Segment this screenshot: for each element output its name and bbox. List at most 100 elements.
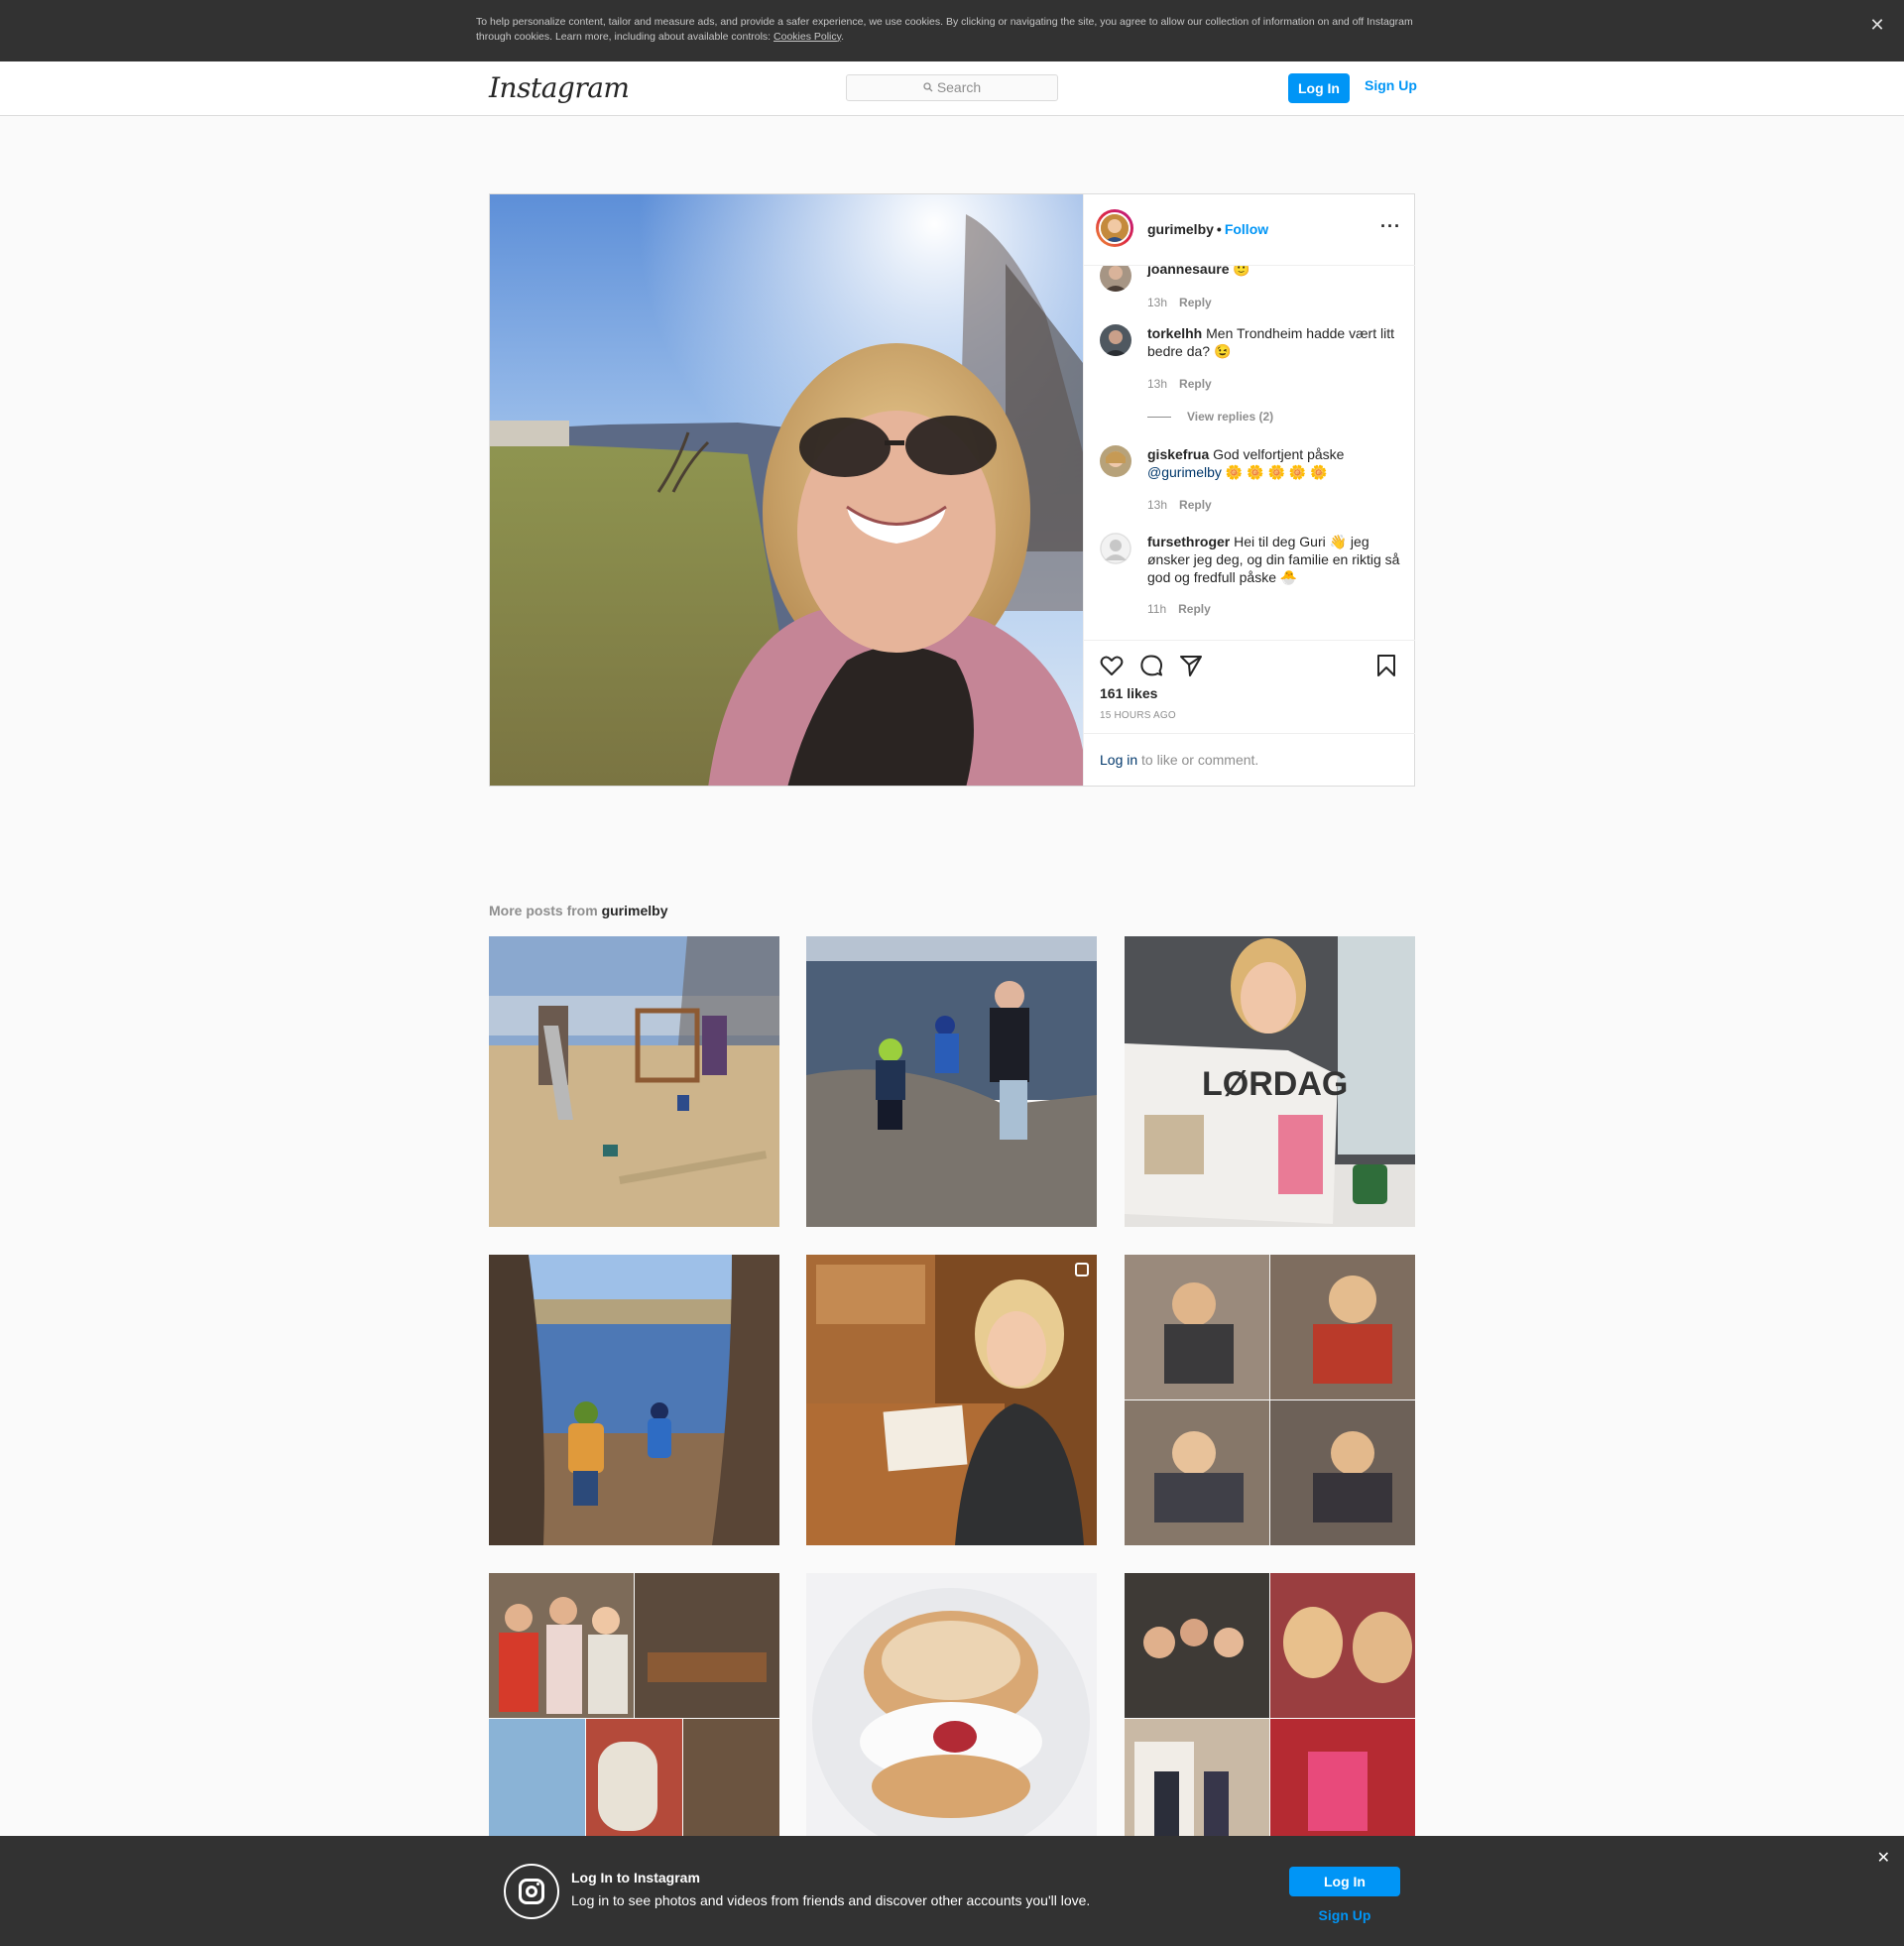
- reply-button[interactable]: Reply: [1179, 498, 1212, 512]
- thumbnail-image: [806, 1573, 1097, 1864]
- comment-meta: 13h Reply: [1147, 296, 1212, 309]
- more-options-icon[interactable]: ···: [1380, 216, 1401, 237]
- login-to-comment: Log in to like or comment.: [1084, 733, 1415, 788]
- separator-dot: •: [1216, 221, 1222, 237]
- close-icon[interactable]: ✕: [1866, 14, 1888, 36]
- login-button[interactable]: Log In: [1288, 73, 1350, 103]
- comment-username[interactable]: torkelhh: [1147, 325, 1202, 341]
- top-nav: Instagram Search Log In Sign Up: [0, 61, 1904, 116]
- selfie-image: [490, 194, 1083, 786]
- commenter-avatar[interactable]: [1100, 445, 1131, 477]
- search-icon: [923, 82, 933, 92]
- comment-text: joannesaure 🙂: [1147, 266, 1403, 278]
- reply-button[interactable]: Reply: [1179, 296, 1212, 309]
- avatar-photo: [1100, 445, 1131, 477]
- cookie-banner: To help personalize content, tailor and …: [0, 0, 1904, 61]
- banner-signup-link[interactable]: Sign Up: [1289, 1907, 1400, 1923]
- login-prompt-text: to like or comment.: [1137, 752, 1259, 768]
- thumbnail-image: [806, 936, 1097, 1227]
- bookmark-icon[interactable]: [1373, 653, 1399, 678]
- banner-description: Log in to see photos and videos from fri…: [571, 1892, 1091, 1908]
- banner-login-button[interactable]: Log In: [1289, 1867, 1400, 1896]
- commenter-avatar[interactable]: [1100, 266, 1131, 292]
- reply-button[interactable]: Reply: [1178, 602, 1211, 616]
- login-banner: Log In to Instagram Log in to see photos…: [0, 1836, 1904, 1946]
- comment-text: fursethroger Hei til deg Guri 👋 jeg ønsk…: [1147, 533, 1403, 586]
- post-author: gurimelby • Follow: [1147, 221, 1268, 237]
- more-posts-username[interactable]: gurimelby: [602, 903, 668, 918]
- thumbnail-image: [1125, 1255, 1415, 1545]
- like-count[interactable]: 161 likes: [1100, 685, 1157, 701]
- post-sidebar: gurimelby • Follow ··· joannesaure 🙂 13h Re…: [1083, 194, 1415, 786]
- svg-text:LØRDAG: LØRDAG: [1202, 1065, 1348, 1103]
- more-posts-heading: More posts from gurimelby: [489, 903, 667, 918]
- instagram-glyph-icon: [504, 1864, 559, 1919]
- thumbnail-image: [489, 1573, 779, 1864]
- comments-list[interactable]: joannesaure 🙂 13h Reply torkelhh Men Tron…: [1084, 266, 1415, 635]
- camera-icon: [519, 1879, 544, 1904]
- thumbnail-newspaper[interactable]: LØRDAG: [1125, 936, 1415, 1227]
- comment-message-suffix: 🌼 🌼 🌼 🌼 🌼: [1221, 464, 1328, 480]
- post-actions: 161 likes 15 HOURS AGO Log in to like or…: [1084, 640, 1415, 787]
- thumbnail-playground[interactable]: [489, 936, 779, 1227]
- post-header: gurimelby • Follow ···: [1084, 194, 1415, 266]
- banner-title: Log In to Instagram: [571, 1870, 700, 1885]
- comment-time: 13h: [1147, 296, 1168, 309]
- view-replies-button[interactable]: View replies (2): [1147, 410, 1273, 424]
- thumbnail-image: [806, 1255, 1097, 1545]
- comment-username[interactable]: joannesaure: [1147, 266, 1229, 277]
- thumbnail-bun[interactable]: [806, 1573, 1097, 1864]
- search-placeholder: Search: [936, 79, 982, 95]
- thumbnail-pond[interactable]: [489, 1255, 779, 1545]
- comment-message: 🙂: [1229, 266, 1250, 277]
- comment-time: 13h: [1147, 377, 1168, 391]
- search-input[interactable]: Search: [846, 74, 1058, 101]
- reply-button[interactable]: Reply: [1179, 377, 1212, 391]
- thumbnail-collage-selfies[interactable]: [1125, 1573, 1415, 1864]
- cookies-policy-link[interactable]: Cookies Policy: [774, 31, 841, 43]
- cookie-text: To help personalize content, tailor and …: [476, 15, 1428, 44]
- more-posts-label: More posts from: [489, 903, 602, 918]
- thumbnail-image: [489, 1255, 779, 1545]
- close-icon[interactable]: ✕: [1877, 1848, 1890, 1868]
- commenter-avatar[interactable]: [1100, 533, 1131, 564]
- thumbnail-collage-family[interactable]: [1125, 1255, 1415, 1545]
- comment-meta: 13h Reply: [1147, 377, 1212, 391]
- author-username[interactable]: gurimelby: [1147, 221, 1214, 237]
- thumbnail-shore[interactable]: [806, 936, 1097, 1227]
- thumbnail-collage-friends[interactable]: [489, 1573, 779, 1864]
- follow-button[interactable]: Follow: [1225, 221, 1268, 237]
- avatar-photo: [1101, 214, 1129, 242]
- thumbnail-desk[interactable]: [806, 1255, 1097, 1545]
- comment-time: 11h: [1147, 602, 1167, 616]
- login-link[interactable]: Log in: [1100, 752, 1137, 768]
- signup-link[interactable]: Sign Up: [1365, 77, 1417, 93]
- comment-message: God velfortjent påske: [1209, 446, 1345, 462]
- commenter-avatar[interactable]: [1100, 324, 1131, 356]
- comment-text: giskefrua God velfortjent påske @gurimel…: [1147, 445, 1403, 481]
- post-photo[interactable]: [490, 194, 1083, 786]
- instagram-logo[interactable]: Instagram: [489, 71, 630, 104]
- cookie-period: .: [841, 30, 845, 43]
- comment-meta: 13h Reply: [1147, 498, 1212, 512]
- comment-time: 13h: [1147, 498, 1168, 512]
- thumbnail-image: [489, 936, 779, 1227]
- multiple-photos-icon: [1075, 1263, 1089, 1277]
- avatar-photo: [1100, 266, 1131, 292]
- cookie-message: To help personalize content, tailor and …: [476, 16, 1413, 43]
- post-card: gurimelby • Follow ··· joannesaure 🙂 13h Re…: [489, 193, 1415, 787]
- avatar-photo: [1100, 324, 1131, 356]
- share-icon[interactable]: [1178, 653, 1204, 678]
- default-avatar-icon: [1100, 533, 1131, 564]
- comment-username[interactable]: fursethroger: [1147, 534, 1230, 549]
- avatar[interactable]: [1096, 209, 1133, 247]
- thumbnail-image: [1125, 1573, 1415, 1864]
- mention-link[interactable]: @gurimelby: [1147, 464, 1222, 480]
- post-timestamp: 15 HOURS AGO: [1100, 710, 1176, 721]
- comment-username[interactable]: giskefrua: [1147, 446, 1209, 462]
- heart-icon[interactable]: [1099, 653, 1125, 678]
- thumbnail-image: LØRDAG: [1125, 936, 1415, 1227]
- comment-icon[interactable]: [1138, 653, 1164, 678]
- avatar-image: [1099, 212, 1130, 244]
- comment-text: torkelhh Men Trondheim hadde vært litt b…: [1147, 324, 1403, 360]
